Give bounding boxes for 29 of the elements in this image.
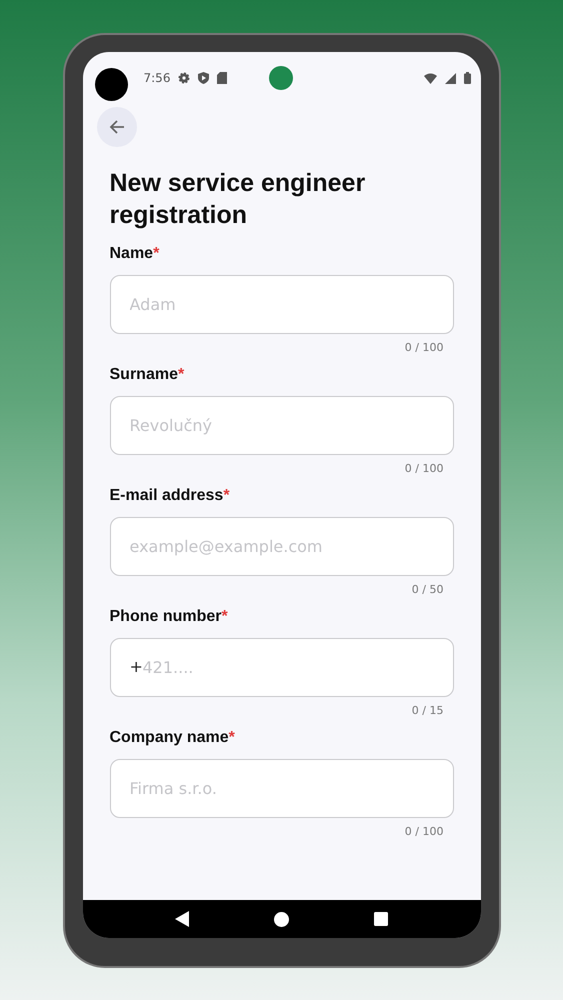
sd-card-icon: [217, 72, 228, 84]
character-counter: 0 / 100: [404, 462, 444, 475]
field-label: Surname*: [110, 366, 186, 384]
camera-cutout: [94, 68, 128, 100]
back-icon[interactable]: [175, 911, 189, 927]
battery-icon: [464, 72, 470, 84]
signal-icon: [444, 72, 456, 84]
text-field[interactable]: Firma s.r.o.: [110, 759, 454, 818]
back-button[interactable]: [96, 107, 136, 147]
text-field[interactable]: Revolučný: [110, 396, 454, 455]
character-counter: 0 / 50: [412, 583, 444, 596]
text-field[interactable]: Adam: [110, 275, 454, 334]
character-counter: 0 / 100: [404, 341, 444, 354]
recording-dot: [269, 66, 294, 90]
field-label: Phone number*: [110, 608, 229, 626]
field-label: Company name*: [110, 729, 236, 747]
page-title: New service engineer registration: [110, 168, 366, 231]
character-counter: 0 / 100: [404, 825, 444, 838]
field-label: Name*: [110, 245, 160, 263]
gear-icon: [178, 72, 190, 84]
character-counter: 0 / 15: [412, 704, 444, 717]
shield-icon: [198, 72, 210, 84]
home-icon[interactable]: [274, 912, 289, 926]
field-label: E-mail address*: [110, 487, 231, 505]
phone-prefix: +: [130, 657, 143, 677]
status-time: 7:56: [144, 71, 170, 85]
text-field[interactable]: example@example.com: [110, 517, 454, 576]
back-arrow-icon: [108, 118, 126, 136]
wifi-icon: [424, 72, 436, 84]
